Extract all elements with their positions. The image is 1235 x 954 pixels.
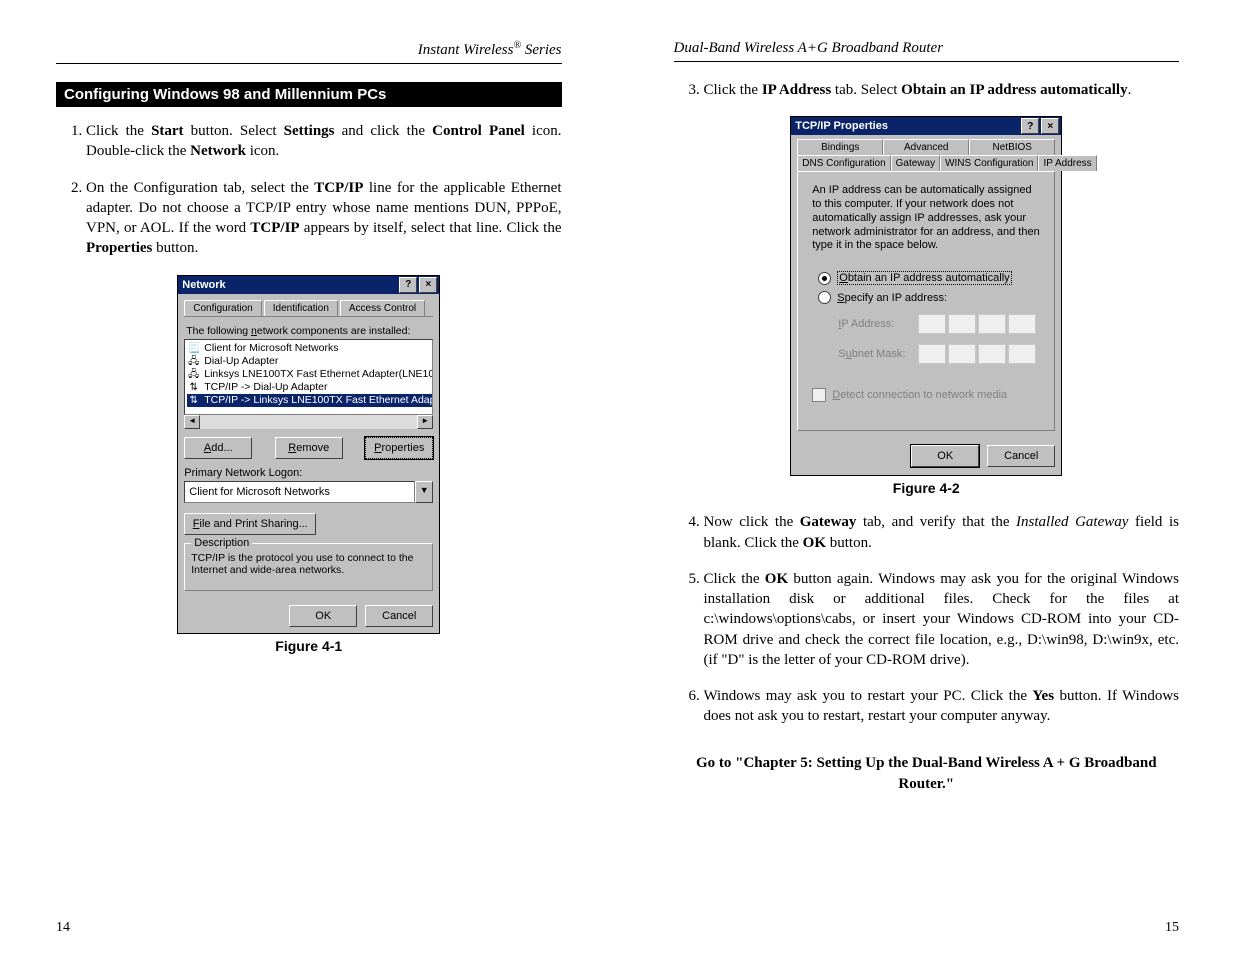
ip-address-label: IP Address: xyxy=(838,318,908,330)
running-head-right: Dual-Band Wireless A+G Broadband Router xyxy=(674,40,1180,62)
primary-logon-value: Client for Microsoft Networks xyxy=(184,481,415,503)
left-steps: Click the Start button. Select Settings … xyxy=(56,121,562,259)
right-steps-b: Now click the Gateway tab, and verify th… xyxy=(674,512,1180,726)
ip-address-panel: An IP address can be automatically assig… xyxy=(797,171,1055,431)
tabstrip: Configuration Identification Access Cont… xyxy=(184,300,433,317)
cancel-button[interactable]: Cancel xyxy=(987,445,1055,467)
goto-chapter-5: Go to "Chapter 5: Setting Up the Dual-Ba… xyxy=(674,753,1180,795)
ok-button[interactable]: OK xyxy=(911,445,979,467)
step-4: Now click the Gateway tab, and verify th… xyxy=(704,512,1180,553)
primary-logon-combo[interactable]: Client for Microsoft Networks ▼ xyxy=(184,481,433,503)
dialog-title: TCP/IP Properties xyxy=(795,120,888,132)
registered-mark: ® xyxy=(513,40,521,51)
tab-ip-address[interactable]: IP Address xyxy=(1038,155,1096,171)
description-text: TCP/IP is the protocol you use to connec… xyxy=(191,552,426,586)
scroll-right-icon[interactable]: ► xyxy=(417,415,433,429)
panel-info-text: An IP address can be automatically assig… xyxy=(812,184,1040,253)
right-steps-a: Click the IP Address tab. Select Obtain … xyxy=(674,80,1180,100)
subnet-mask-row: Subnet Mask: xyxy=(838,344,1040,364)
right-page: Dual-Band Wireless A+G Broadband Router … xyxy=(618,0,1235,954)
tab-netbios[interactable]: NetBIOS xyxy=(969,139,1055,155)
tab-identification[interactable]: Identification xyxy=(264,300,338,316)
step-2: On the Configuration tab, select the TCP… xyxy=(86,178,562,259)
detect-connection-label: Detect connection to network media xyxy=(832,389,1007,401)
specify-ip-radio[interactable]: Specify an IP address: xyxy=(818,291,1040,304)
file-print-sharing-button[interactable]: File and Print Sharing... xyxy=(184,513,316,535)
list-item[interactable]: ⇅TCP/IP -> Linksys LNE100TX Fast Etherne… xyxy=(187,394,433,407)
close-button[interactable]: × xyxy=(419,277,437,293)
network-dialog: Network ? × Configuration Identification… xyxy=(177,275,440,634)
figure-4-2-caption: Figure 4-2 xyxy=(674,480,1180,496)
subnet-mask-label: Subnet Mask: xyxy=(838,348,908,360)
figure-4-1-caption: Figure 4-1 xyxy=(56,638,562,654)
titlebar: TCP/IP Properties ? × xyxy=(791,117,1061,135)
step-3: Click the IP Address tab. Select Obtain … xyxy=(704,80,1180,100)
titlebar: Network ? × xyxy=(178,276,439,294)
description-legend: Description xyxy=(191,537,252,549)
step-1: Click the Start button. Select Settings … xyxy=(86,121,562,162)
obtain-auto-radio[interactable]: Obtain an IP address automatically xyxy=(818,271,1040,285)
add-button[interactable]: Add... xyxy=(184,437,252,459)
subnet-mask-input[interactable] xyxy=(918,344,1036,364)
detect-connection-checkbox[interactable]: Detect connection to network media xyxy=(812,388,1040,402)
step-6: Windows may ask you to restart your PC. … xyxy=(704,686,1180,727)
rh-series: Instant Wireless xyxy=(418,42,514,58)
tab-access-control[interactable]: Access Control xyxy=(340,300,425,316)
cancel-button[interactable]: Cancel xyxy=(365,605,433,627)
protocol-icon: ⇅ xyxy=(187,394,200,406)
description-group: Description TCP/IP is the protocol you u… xyxy=(184,543,433,591)
tab-bindings[interactable]: Bindings xyxy=(797,139,883,155)
step-5: Click the OK button again. Windows may a… xyxy=(704,569,1180,670)
list-label: The following network components are ins… xyxy=(186,325,433,337)
primary-logon-label: Primary Network Logon: xyxy=(184,467,433,479)
adapter-icon: 🖧 xyxy=(187,355,200,367)
running-head-left: Instant Wireless® Series xyxy=(56,40,562,64)
page-number-left: 14 xyxy=(56,920,70,936)
protocol-icon: ⇅ xyxy=(187,381,200,393)
properties-button[interactable]: Properties xyxy=(365,437,433,459)
radio-icon xyxy=(818,291,831,304)
obtain-auto-label: Obtain an IP address automatically xyxy=(837,271,1011,285)
close-button[interactable]: × xyxy=(1041,118,1059,134)
list-item[interactable]: 📃Client for Microsoft Networks xyxy=(187,342,433,355)
client-icon: 📃 xyxy=(187,342,200,354)
checkbox-icon xyxy=(812,388,826,402)
components-listbox[interactable]: 📃Client for Microsoft Networks 🖧Dial-Up … xyxy=(184,339,433,415)
left-page: Instant Wireless® Series Configuring Win… xyxy=(0,0,618,954)
dialog-title: Network xyxy=(182,279,225,291)
tcpip-properties-dialog: TCP/IP Properties ? × Bindings Advanced … xyxy=(790,116,1062,476)
remove-button[interactable]: Remove xyxy=(275,437,343,459)
horizontal-scrollbar[interactable]: ◄ ► xyxy=(184,415,433,429)
list-item[interactable]: 🖧Dial-Up Adapter xyxy=(187,355,433,368)
ip-address-input[interactable] xyxy=(918,314,1036,334)
page-number-right: 15 xyxy=(1165,920,1179,936)
dropdown-icon[interactable]: ▼ xyxy=(415,481,433,503)
scroll-left-icon[interactable]: ◄ xyxy=(184,415,200,429)
tabstrip: Bindings Advanced NetBIOS DNS Configurat… xyxy=(797,139,1055,171)
help-button[interactable]: ? xyxy=(399,277,417,293)
tab-advanced[interactable]: Advanced xyxy=(883,139,969,155)
tab-gateway[interactable]: Gateway xyxy=(891,155,940,171)
tab-configuration[interactable]: Configuration xyxy=(184,300,261,316)
radio-icon xyxy=(818,272,831,285)
tab-wins-configuration[interactable]: WINS Configuration xyxy=(940,155,1038,171)
ip-address-row: IP Address: xyxy=(838,314,1040,334)
specify-ip-label: Specify an IP address: xyxy=(837,292,947,304)
list-item[interactable]: 🖧Linksys LNE100TX Fast Ethernet Adapter(… xyxy=(187,368,433,381)
section-heading: Configuring Windows 98 and Millennium PC… xyxy=(56,82,562,107)
list-item[interactable]: ⇅TCP/IP -> Dial-Up Adapter xyxy=(187,381,433,394)
help-button[interactable]: ? xyxy=(1021,118,1039,134)
tab-dns-configuration[interactable]: DNS Configuration xyxy=(797,155,890,171)
adapter-icon: 🖧 xyxy=(187,368,200,380)
ok-button[interactable]: OK xyxy=(289,605,357,627)
rh-suffix: Series xyxy=(521,42,561,58)
